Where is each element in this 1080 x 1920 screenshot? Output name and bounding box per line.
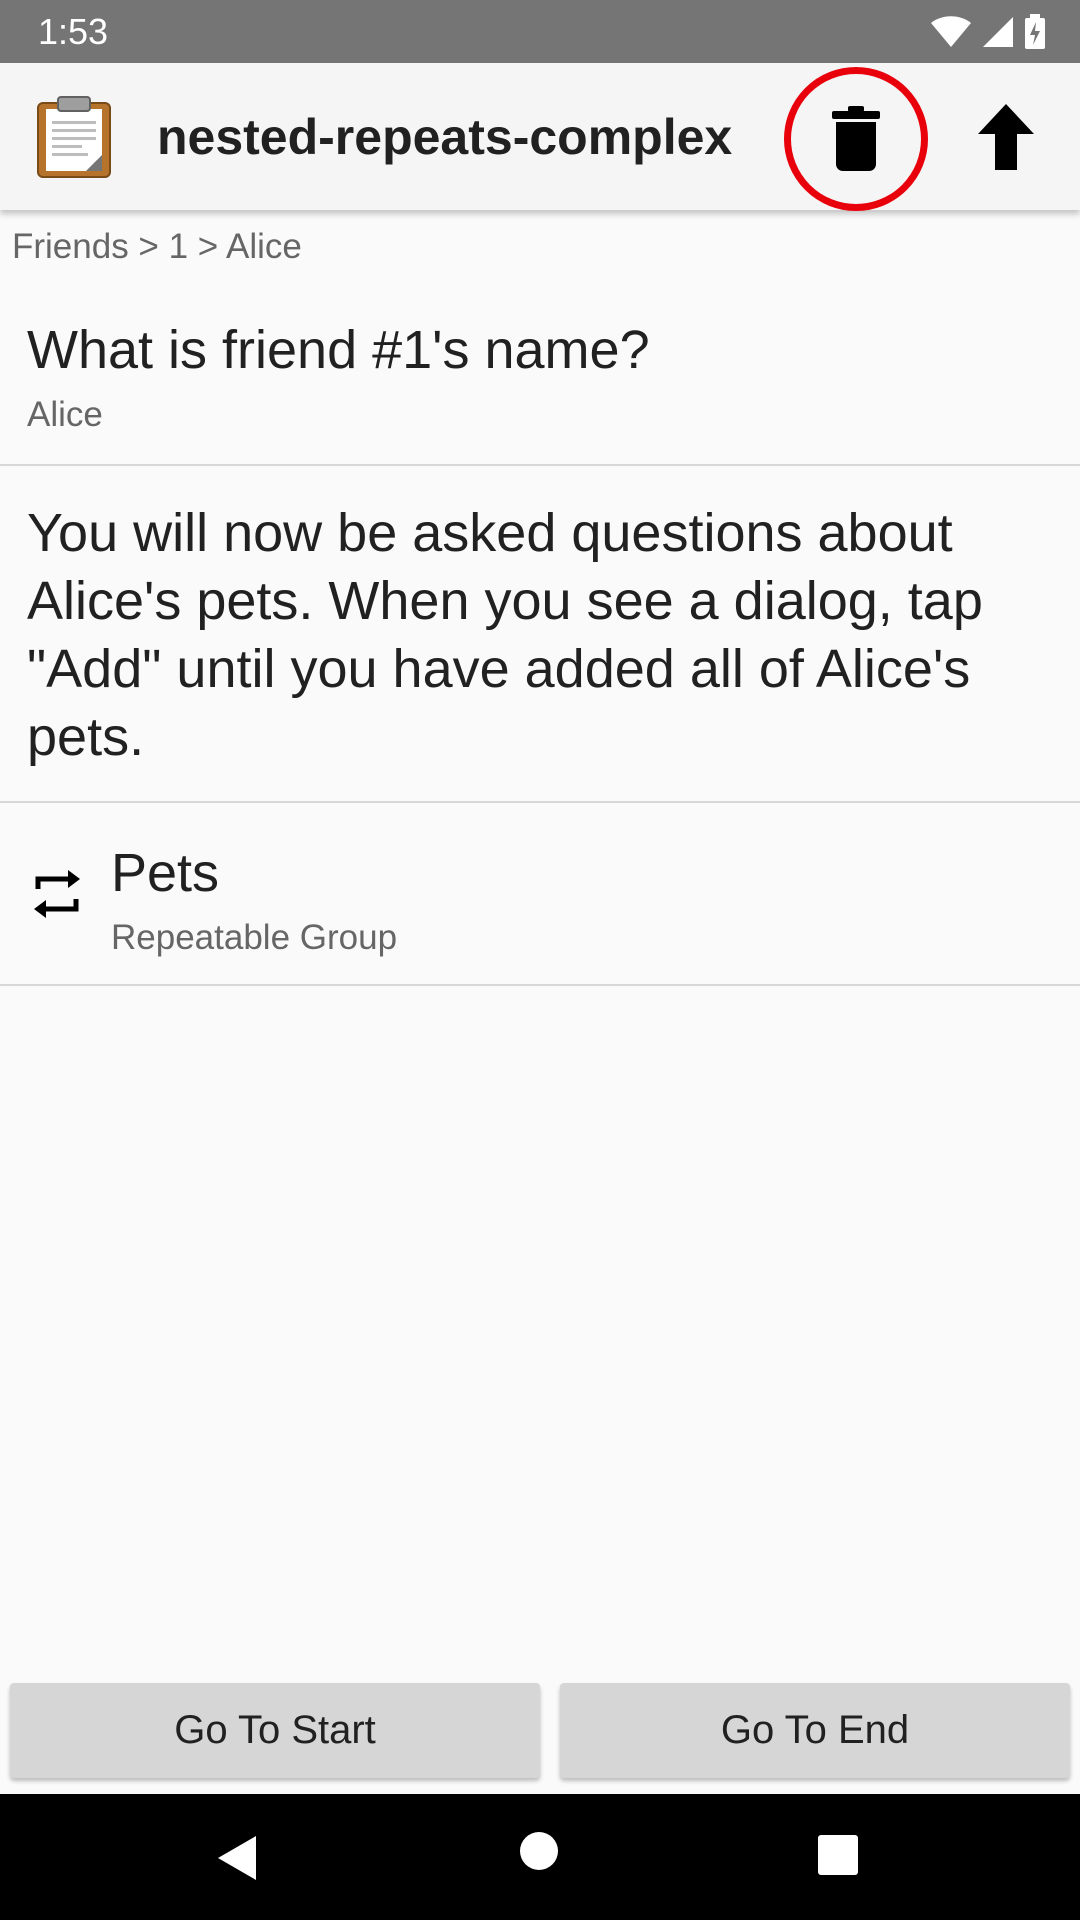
- signal-icon: [983, 17, 1013, 47]
- upload-arrow-icon: [978, 104, 1034, 170]
- battery-charging-icon: [1025, 14, 1045, 49]
- status-bar: 1:53: [0, 0, 1080, 63]
- system-nav-bar: [0, 1794, 1080, 1920]
- question-label: What is friend #1's name?: [27, 320, 650, 380]
- group-title: Pets: [111, 843, 220, 903]
- delete-button[interactable]: [784, 67, 928, 211]
- recents-icon[interactable]: [818, 1835, 858, 1875]
- status-time: 1:53: [38, 11, 109, 52]
- status-icons: [930, 13, 1046, 51]
- go-to-start-button[interactable]: Go To Start: [10, 1683, 540, 1778]
- form-title: nested-repeats-complex: [157, 109, 733, 165]
- repeat-group-pets[interactable]: Pets Repeatable Group: [0, 805, 1080, 985]
- go-to-end-button[interactable]: Go To End: [560, 1683, 1070, 1778]
- question-answer: Alice: [27, 395, 103, 434]
- back-icon[interactable]: [216, 1834, 258, 1882]
- home-icon[interactable]: [519, 1831, 559, 1871]
- divider: [0, 801, 1080, 803]
- upload-button[interactable]: [970, 99, 1042, 175]
- divider: [0, 984, 1080, 986]
- delete-icon: [832, 106, 880, 171]
- group-subtitle: Repeatable Group: [111, 918, 398, 957]
- info-note: You will now be asked questions about Al…: [27, 503, 983, 767]
- divider: [0, 464, 1080, 466]
- toolbar: nested-repeats-complex: [0, 63, 1080, 211]
- repeat-icon: [34, 870, 80, 918]
- wifi-icon: [931, 16, 971, 47]
- breadcrumb: Friends > 1 > Alice: [12, 227, 302, 266]
- clipboard-icon: [37, 96, 111, 178]
